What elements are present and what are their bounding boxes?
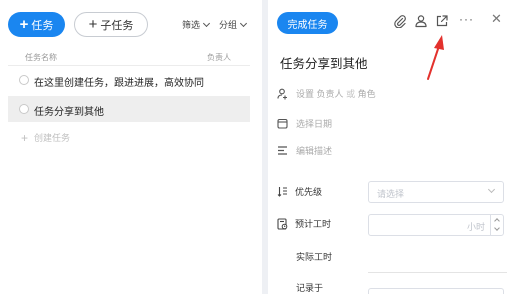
timesheet-icon <box>277 217 288 230</box>
add-task-button[interactable]: + 任务 <box>8 12 65 37</box>
field-divider <box>368 272 507 273</box>
task-row-title: 任务分享到其他 <box>34 107 104 118</box>
create-task-row[interactable]: + 创建任务 <box>21 131 70 144</box>
task-list-toolbar: + 任务 + 子任务 筛选 分组 <box>8 12 254 38</box>
assignee-field[interactable]: 设置 负责人 或 角色 <box>277 87 376 100</box>
add-task-label: 任务 <box>31 19 54 32</box>
group-label: 分组 <box>219 20 238 30</box>
task-detail-panel: 完成任务 ··· ✕ 任务分享到其他 设置 负责人 或 角色 选择日期 编辑描述… <box>268 0 507 294</box>
person-icon[interactable] <box>414 14 428 28</box>
priority-label-text: 优先级 <box>295 187 323 197</box>
create-task-placeholder: 创建任务 <box>34 133 71 143</box>
calendar-icon <box>277 118 288 129</box>
assignee-who: 负责人 <box>316 89 344 99</box>
column-task-name: 任务名称 <box>25 53 57 62</box>
plus-icon: + <box>88 16 98 33</box>
complete-task-button[interactable]: 完成任务 <box>277 12 338 34</box>
estimate-label-text: 预计工时 <box>295 219 332 229</box>
actual-hours-label: 实际工时 <box>296 252 333 262</box>
task-row-selected[interactable]: 任务分享到其他 <box>8 96 250 122</box>
more-options-icon[interactable]: ··· <box>459 12 474 26</box>
assignee-set: 设置 <box>296 89 315 99</box>
close-icon[interactable]: ✕ <box>491 11 502 27</box>
description-icon <box>278 146 287 155</box>
priority-placeholder: 请选择 <box>377 189 405 199</box>
logged-at-input[interactable] <box>368 288 504 294</box>
group-dropdown[interactable]: 分组 <box>219 18 248 31</box>
priority-select[interactable]: 请选择 <box>368 181 504 203</box>
plus-icon: + <box>19 16 29 33</box>
list-column-header: 任务名称 负责人 <box>0 48 262 66</box>
column-assignee: 负责人 <box>207 53 231 62</box>
chevron-down-icon[interactable] <box>494 225 500 231</box>
estimate-label: 预计工时 <box>277 217 331 230</box>
plus-icon: + <box>21 130 29 145</box>
task-list-panel: + 任务 + 子任务 筛选 分组 任务名称 负责人 在这里创建任务，跟进进展，高… <box>0 0 262 294</box>
chevron-up-icon[interactable] <box>494 218 500 224</box>
assignee-or: 或 <box>346 89 356 99</box>
logged-at-label: 记录于 <box>296 283 324 293</box>
chevron-down-icon <box>202 19 211 27</box>
task-complete-checkbox[interactable] <box>19 75 29 85</box>
assignee-role: 角色 <box>357 89 376 99</box>
complete-task-label: 完成任务 <box>287 19 328 31</box>
date-placeholder: 选择日期 <box>296 119 333 129</box>
description-placeholder: 编辑描述 <box>296 146 333 156</box>
hours-stepper[interactable] <box>490 215 503 235</box>
priority-label: 优先级 <box>277 185 322 198</box>
chevron-down-icon <box>239 19 248 27</box>
task-row-title: 在这里创建任务，跟进进展，高效协同 <box>34 78 204 89</box>
add-subtask-label: 子任务 <box>100 19 134 32</box>
estimate-hours-input[interactable]: 小时 <box>368 214 504 236</box>
estimate-unit: 小时 <box>466 222 485 232</box>
attachment-icon[interactable] <box>393 14 407 28</box>
header-divider <box>8 65 250 66</box>
task-complete-checkbox[interactable] <box>19 104 29 114</box>
chevron-down-icon <box>487 185 496 194</box>
filter-label: 筛选 <box>182 20 201 30</box>
date-field[interactable]: 选择日期 <box>277 117 332 130</box>
description-field[interactable]: 编辑描述 <box>277 144 332 157</box>
add-subtask-button[interactable]: + 子任务 <box>74 12 148 37</box>
task-row[interactable]: 在这里创建任务，跟进进展，高效协同 <box>8 67 250 93</box>
add-user-icon <box>277 88 287 99</box>
filter-dropdown[interactable]: 筛选 <box>182 18 211 31</box>
priority-icon <box>277 187 287 197</box>
task-title[interactable]: 任务分享到其他 <box>280 53 368 72</box>
share-external-icon[interactable] <box>435 14 449 28</box>
